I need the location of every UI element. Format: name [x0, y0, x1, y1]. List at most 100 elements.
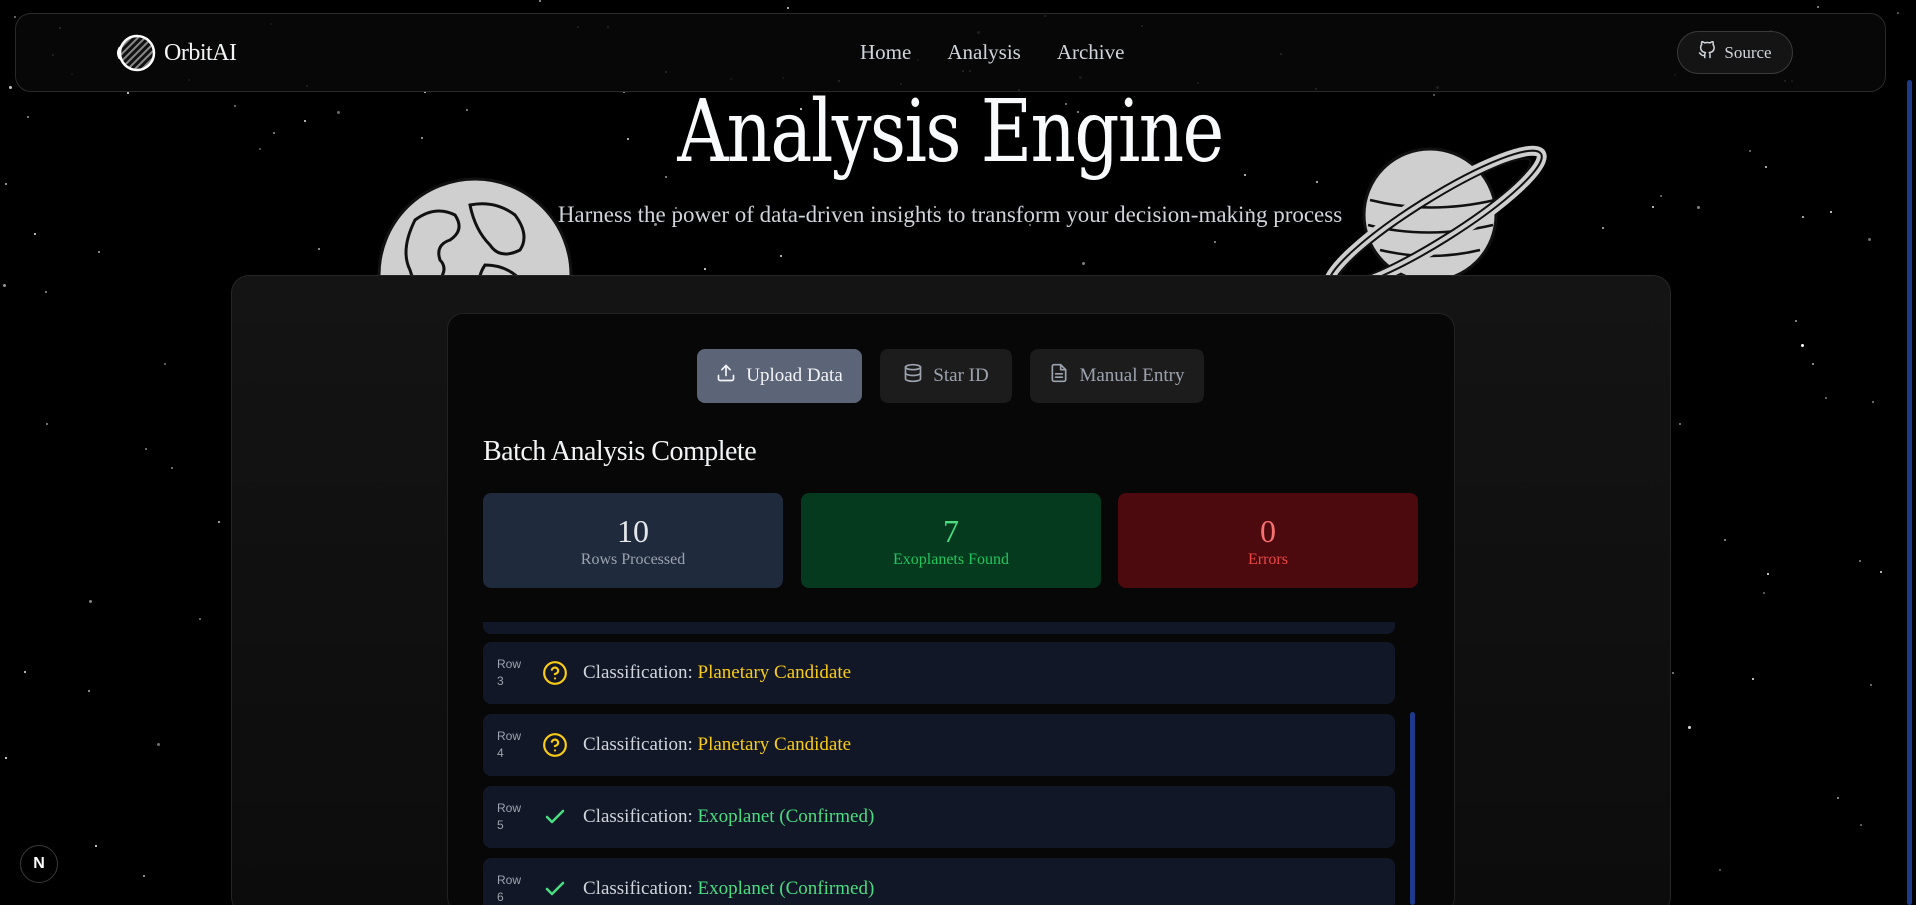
star-dot: [1860, 824, 1862, 826]
star-dot: [780, 255, 782, 257]
star-dot: [1752, 678, 1754, 680]
tab-label: Manual Entry: [1079, 365, 1185, 386]
star-dot: [95, 845, 97, 847]
stat-value: 0: [1260, 512, 1276, 549]
star-dot: [1672, 672, 1674, 674]
star-dot: [98, 251, 100, 253]
star-dot: [1859, 560, 1861, 562]
results-list[interactable]: Row 3 Classification: Planetary Candidate…: [483, 622, 1418, 905]
results-scrollbar[interactable]: [1410, 712, 1415, 905]
star-dot: [1868, 238, 1871, 241]
top-navbar: OrbitAI Home Analysis Archive Source: [15, 13, 1886, 92]
star-dot: [89, 600, 92, 603]
classification-text: Classification: Exoplanet (Confirmed): [583, 806, 875, 827]
star-dot: [171, 467, 173, 469]
orbit-logo-icon: [114, 32, 156, 74]
row-number: Row 3: [497, 657, 522, 688]
star-dot: [1795, 320, 1797, 322]
classification-value: Exoplanet (Confirmed): [697, 806, 875, 827]
tab-star-id[interactable]: Star ID: [880, 349, 1012, 403]
list-item: Row 3 Classification: Planetary Candidate: [483, 642, 1395, 704]
stat-label: Errors: [1248, 550, 1288, 568]
classification-value: Exoplanet (Confirmed): [697, 878, 875, 899]
star-dot: [127, 92, 129, 94]
tab-label: Upload Data: [746, 365, 843, 386]
rows-processed-stat: 10 Rows Processed: [483, 493, 783, 588]
list-item: [483, 622, 1395, 634]
batch-title: Batch Analysis Complete: [483, 436, 757, 467]
next-logo-icon: N: [33, 855, 45, 872]
star-dot: [1082, 262, 1085, 265]
star-dot: [1688, 726, 1691, 729]
star-dot: [1817, 6, 1819, 8]
star-dot: [1812, 363, 1814, 365]
star-dot: [1872, 401, 1874, 403]
star-dot: [14, 16, 16, 18]
brand-logo[interactable]: OrbitAI: [114, 32, 237, 74]
star-dot: [1719, 869, 1721, 871]
row-number: Row 6: [497, 873, 522, 904]
star-dot: [199, 618, 201, 620]
page-subtitle: Harness the power of data-driven insight…: [557, 202, 1343, 227]
tab-manual-entry[interactable]: Manual Entry: [1030, 349, 1204, 403]
star-dot: [143, 875, 145, 877]
tab-label: Star ID: [933, 365, 989, 386]
star-dot: [88, 690, 90, 692]
classification-text: Classification: Planetary Candidate: [583, 662, 852, 683]
classification-value: Planetary Candidate: [697, 662, 852, 683]
star-dot: [46, 423, 48, 425]
star-dot: [218, 521, 220, 523]
star-dot: [1767, 573, 1769, 575]
star-dot: [318, 248, 320, 250]
errors-stat: 0 Errors: [1118, 493, 1418, 588]
github-icon: [1698, 40, 1716, 64]
page-scrollbar[interactable]: [1907, 80, 1912, 905]
question-circle-icon: [533, 732, 577, 758]
star-dot: [1763, 592, 1765, 594]
stat-value: 7: [943, 512, 959, 549]
stat-label: Rows Processed: [580, 550, 686, 568]
star-dot: [539, 0, 541, 2]
row-number: Row 4: [497, 729, 522, 760]
star-dot: [1749, 150, 1751, 152]
star-dot: [1825, 397, 1827, 399]
star-dot: [164, 363, 166, 365]
source-label: Source: [1724, 42, 1772, 62]
input-mode-tabs: Upload Data Star ID Manual Entry: [697, 349, 1204, 403]
brand-name: OrbitAI: [164, 39, 237, 66]
star-dot: [1897, 12, 1899, 14]
upload-icon: [716, 363, 736, 389]
source-button[interactable]: Source: [1677, 31, 1793, 74]
exoplanets-found-stat: 7 Exoplanets Found: [801, 493, 1101, 588]
star-dot: [1679, 423, 1681, 425]
star-dot: [3, 284, 6, 287]
framework-badge[interactable]: N: [20, 845, 58, 883]
list-item: Row 5 Classification: Exoplanet (Confirme…: [483, 786, 1395, 848]
question-circle-icon: [533, 660, 577, 686]
star-dot: [787, 7, 789, 9]
nav-analysis-link[interactable]: Analysis: [947, 40, 1021, 65]
nav-links: Home Analysis Archive: [860, 40, 1160, 65]
database-icon: [903, 363, 923, 389]
list-item: Row 6 Classification: Exoplanet (Confirme…: [483, 858, 1395, 905]
star-dot: [5, 757, 7, 759]
tab-upload-data[interactable]: Upload Data: [697, 349, 862, 403]
nav-archive-link[interactable]: Archive: [1057, 40, 1125, 65]
check-icon: [533, 877, 577, 901]
stat-value: 10: [617, 512, 649, 549]
star-dot: [34, 233, 36, 235]
star-dot: [704, 268, 706, 270]
check-icon: [533, 805, 577, 829]
star-dot: [1765, 166, 1767, 168]
classification-text: Classification: Planetary Candidate: [583, 734, 852, 755]
star-dot: [5, 183, 7, 185]
star-dot: [1801, 344, 1804, 347]
star-dot: [27, 116, 29, 118]
page-title: Analysis Engine: [677, 82, 1224, 182]
list-item: Row 4 Classification: Planetary Candidate: [483, 714, 1395, 776]
star-dot: [24, 671, 26, 673]
stat-label: Exoplanets Found: [893, 550, 1009, 568]
row-number: Row 5: [497, 801, 522, 832]
nav-home-link[interactable]: Home: [860, 40, 911, 65]
star-dot: [9, 86, 12, 89]
